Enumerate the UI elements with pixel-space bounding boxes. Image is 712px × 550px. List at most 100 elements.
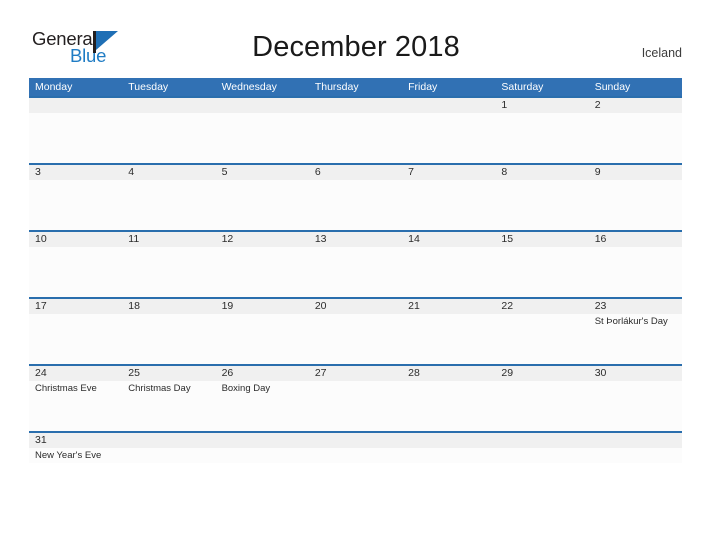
day-number: 21 xyxy=(408,300,420,312)
page-header: General Blue December 2018 Iceland xyxy=(0,0,712,78)
day-cell[interactable] xyxy=(495,433,588,463)
day-cell[interactable]: 30 xyxy=(589,366,682,431)
calendar-page: General Blue December 2018 Iceland Monda… xyxy=(0,0,712,550)
day-cell[interactable] xyxy=(589,433,682,463)
weekday-header-tuesday: Tuesday xyxy=(128,81,169,93)
day-cell[interactable]: 22 xyxy=(495,299,588,364)
day-cell[interactable]: 16 xyxy=(589,232,682,297)
day-cell[interactable]: 24 Christmas Eve xyxy=(29,366,122,431)
day-cell[interactable]: 28 xyxy=(402,366,495,431)
day-number: 17 xyxy=(35,300,47,312)
week-days: 10 11 12 13 14 15 16 xyxy=(29,232,682,297)
calendar-week-row: 1 2 xyxy=(29,96,682,163)
week-days: 3 4 5 6 7 8 9 xyxy=(29,165,682,230)
day-event: Boxing Day xyxy=(221,383,271,394)
day-cell[interactable] xyxy=(402,433,495,463)
day-number xyxy=(408,433,495,448)
page-title: December 2018 xyxy=(252,31,460,63)
weekday-header-saturday: Saturday xyxy=(501,81,544,93)
day-cell[interactable]: 29 xyxy=(495,366,588,431)
day-cell[interactable]: 27 xyxy=(309,366,402,431)
day-cell[interactable]: 7 xyxy=(402,165,495,230)
day-number: 24 xyxy=(35,367,47,379)
weekday-header-friday: Friday xyxy=(408,81,438,93)
day-cell[interactable]: 11 xyxy=(122,232,215,297)
day-number: 8 xyxy=(501,166,508,178)
day-number: 13 xyxy=(314,233,327,245)
day-number: 19 xyxy=(221,300,234,312)
day-number: 12 xyxy=(221,233,234,245)
week-days: 1 2 xyxy=(29,98,682,163)
day-cell[interactable]: 2 xyxy=(589,98,682,163)
weekday-header-thursday: Thursday xyxy=(314,81,359,93)
day-number: 15 xyxy=(501,233,514,245)
day-number: 1 xyxy=(501,99,508,111)
day-number: 26 xyxy=(221,367,234,379)
day-number xyxy=(128,98,215,113)
weekday-header-sunday: Sunday xyxy=(594,81,631,93)
day-number: 16 xyxy=(594,233,607,245)
day-number: 7 xyxy=(408,166,414,178)
day-number: 9 xyxy=(594,166,601,178)
day-cell[interactable] xyxy=(29,98,122,163)
day-cell[interactable]: 14 xyxy=(402,232,495,297)
day-cell[interactable]: 1 xyxy=(495,98,588,163)
day-cell[interactable]: 15 xyxy=(495,232,588,297)
day-number xyxy=(128,433,215,448)
day-cell[interactable]: 8 xyxy=(495,165,588,230)
day-cell[interactable]: 20 xyxy=(309,299,402,364)
day-number: 5 xyxy=(221,166,228,178)
day-cell[interactable]: 21 xyxy=(402,299,495,364)
day-number: 6 xyxy=(314,166,321,178)
day-cell[interactable] xyxy=(122,98,215,163)
week-days: 24 Christmas Eve 25 Christmas Day 26 Box… xyxy=(29,366,682,431)
day-number xyxy=(222,433,309,448)
day-number xyxy=(315,433,402,448)
day-number: 28 xyxy=(408,367,420,379)
day-cell[interactable] xyxy=(309,98,402,163)
day-cell[interactable] xyxy=(216,98,309,163)
day-number: 27 xyxy=(314,367,327,379)
calendar-week-row: 24 Christmas Eve 25 Christmas Day 26 Box… xyxy=(29,364,682,431)
day-cell[interactable]: 6 xyxy=(309,165,402,230)
day-cell[interactable]: 10 xyxy=(29,232,122,297)
day-cell[interactable]: 18 xyxy=(122,299,215,364)
day-cell[interactable]: 4 xyxy=(122,165,215,230)
day-event: New Year's Eve xyxy=(35,450,102,461)
calendar-week-row: 3 4 5 6 7 8 9 xyxy=(29,163,682,230)
day-cell[interactable]: 31 New Year's Eve xyxy=(29,433,122,463)
day-number xyxy=(595,433,682,448)
weekday-header-wednesday: Wednesday xyxy=(221,81,277,93)
day-number: 10 xyxy=(35,233,47,245)
day-cell[interactable] xyxy=(216,433,309,463)
calendar-week-row: 31 New Year's Eve xyxy=(29,431,682,463)
day-number: 2 xyxy=(594,99,601,111)
day-cell[interactable]: 19 xyxy=(216,299,309,364)
day-cell[interactable]: 25 Christmas Day xyxy=(122,366,215,431)
day-number: 11 xyxy=(128,233,140,245)
day-cell[interactable] xyxy=(309,433,402,463)
day-cell[interactable]: 23 St Þorlákur's Day xyxy=(589,299,682,364)
day-cell[interactable]: 12 xyxy=(216,232,309,297)
day-number: 18 xyxy=(128,300,140,312)
day-number xyxy=(408,98,495,113)
day-number: 3 xyxy=(35,166,41,178)
day-number: 29 xyxy=(501,367,514,379)
day-number: 23 xyxy=(594,300,607,312)
day-cell[interactable]: 13 xyxy=(309,232,402,297)
day-cell[interactable] xyxy=(402,98,495,163)
day-number: 30 xyxy=(594,367,607,379)
day-cell[interactable]: 5 xyxy=(216,165,309,230)
day-cell[interactable] xyxy=(122,433,215,463)
day-number xyxy=(35,98,122,113)
week-days: 31 New Year's Eve xyxy=(29,433,682,463)
day-number: 14 xyxy=(408,233,420,245)
calendar-grid: Monday Tuesday Wednesday Thursday Friday… xyxy=(29,78,682,463)
day-cell[interactable]: 3 xyxy=(29,165,122,230)
day-cell[interactable]: 17 xyxy=(29,299,122,364)
day-event: Christmas Day xyxy=(128,383,191,394)
day-cell[interactable]: 26 Boxing Day xyxy=(216,366,309,431)
country-label: Iceland xyxy=(641,46,682,60)
day-number xyxy=(315,98,402,113)
day-cell[interactable]: 9 xyxy=(589,165,682,230)
